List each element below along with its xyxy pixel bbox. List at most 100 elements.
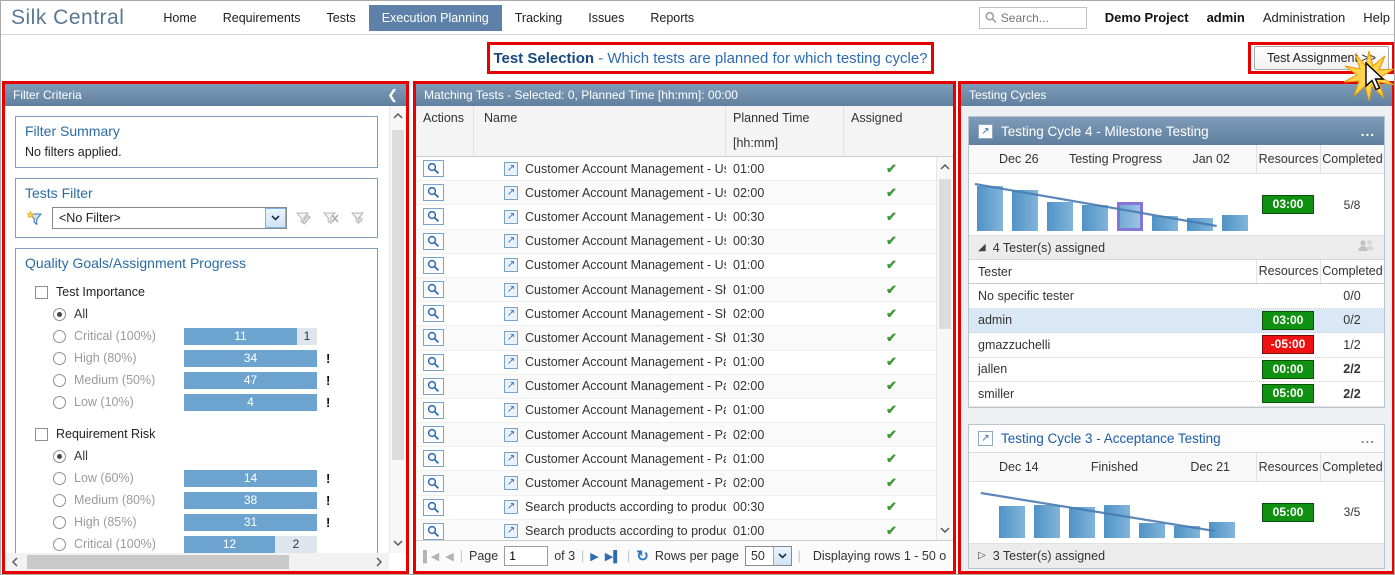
test-row[interactable]: ↗Customer Account Management - Ship...01… <box>416 326 936 350</box>
last-page-icon[interactable]: ▶▌ <box>605 550 621 563</box>
nav-item-reports[interactable]: Reports <box>637 5 707 31</box>
inspect-test-icon[interactable] <box>423 233 444 250</box>
page-number-input[interactable] <box>504 546 548 566</box>
search-box[interactable] <box>979 7 1087 29</box>
test-row[interactable]: ↗Customer Account Management - User...02… <box>416 181 936 205</box>
previous-page-icon[interactable]: ◀ <box>445 550 453 563</box>
open-test-icon[interactable]: ↗ <box>504 283 518 297</box>
testers-toggle[interactable]: ◢ 4 Tester(s) assigned <box>969 236 1384 260</box>
tester-row-admin[interactable]: admin03:000/2 <box>969 309 1384 334</box>
radio-all[interactable] <box>53 308 66 321</box>
open-test-icon[interactable]: ↗ <box>504 476 518 490</box>
test-assignment-button[interactable]: Test Assignment >> <box>1254 46 1389 70</box>
test-row[interactable]: ↗Customer Account Management - Pay...02:… <box>416 375 936 399</box>
test-row[interactable]: ↗Customer Account Management - User...00… <box>416 230 936 254</box>
radio-high-85[interactable] <box>53 516 66 529</box>
nav-item-issues[interactable]: Issues <box>575 5 637 31</box>
nav-item-execution-planning[interactable]: Execution Planning <box>369 5 502 31</box>
checkbox-test-importance[interactable] <box>35 286 48 299</box>
scroll-right-icon[interactable] <box>371 553 387 571</box>
test-row[interactable]: ↗Customer Account Management - User...01… <box>416 157 936 181</box>
test-row[interactable]: ↗Customer Account Management - Pay...01:… <box>416 447 936 471</box>
test-row[interactable]: ↗Customer Account Management - Pay...02:… <box>416 423 936 447</box>
scrollbar-thumb[interactable] <box>939 179 951 329</box>
scrollbar-thumb[interactable] <box>27 555 289 569</box>
test-row[interactable]: ↗Customer Account Management - Pay...02:… <box>416 471 936 495</box>
filter-options-icon[interactable] <box>348 209 368 227</box>
chevron-down-icon[interactable] <box>265 208 286 228</box>
inspect-test-icon[interactable] <box>423 257 444 274</box>
filter-vertical-scrollbar[interactable] <box>389 106 406 553</box>
open-test-icon[interactable]: ↗ <box>504 162 518 176</box>
refresh-icon[interactable]: ↻ <box>636 547 649 565</box>
checkbox-requirement-risk[interactable] <box>35 428 48 441</box>
inspect-test-icon[interactable] <box>423 329 444 346</box>
radio-all[interactable] <box>53 450 66 463</box>
edit-filter-icon[interactable] <box>294 209 314 227</box>
scroll-left-icon[interactable] <box>7 553 23 571</box>
card-menu-icon[interactable]: ... <box>1361 124 1375 139</box>
filter-horizontal-scrollbar[interactable] <box>5 553 389 571</box>
open-test-icon[interactable]: ↗ <box>504 307 518 321</box>
test-row[interactable]: ↗Customer Account Management - Ship...01… <box>416 278 936 302</box>
new-filter-icon[interactable] <box>25 209 45 227</box>
inspect-test-icon[interactable] <box>423 450 444 467</box>
test-row[interactable]: ↗Customer Account Management - Pay...01:… <box>416 351 936 375</box>
open-test-icon[interactable]: ↗ <box>504 428 518 442</box>
test-row[interactable]: ↗Search products according to productg..… <box>416 496 936 520</box>
open-test-icon[interactable]: ↗ <box>504 234 518 248</box>
radio-medium-80[interactable] <box>53 494 66 507</box>
test-row[interactable]: ↗Customer Account Management - Pay...01:… <box>416 399 936 423</box>
open-test-icon[interactable]: ↗ <box>504 452 518 466</box>
first-page-icon[interactable]: ▌◀ <box>423 550 439 563</box>
tester-row-gmazzuchelli[interactable]: gmazzuchelli-05:001/2 <box>969 333 1384 358</box>
scrollbar-thumb[interactable] <box>392 130 404 460</box>
scroll-up-icon[interactable] <box>390 108 406 124</box>
tester-row-jallen[interactable]: jallen00:002/2 <box>969 358 1384 383</box>
inspect-test-icon[interactable] <box>423 160 444 177</box>
open-test-icon[interactable]: ↗ <box>504 331 518 345</box>
inspect-test-icon[interactable] <box>423 475 444 492</box>
open-test-icon[interactable]: ↗ <box>504 258 518 272</box>
radio-critical-100[interactable] <box>53 330 66 343</box>
test-row[interactable]: ↗Customer Account Management - User...01… <box>416 254 936 278</box>
radio-medium-50[interactable] <box>53 374 66 387</box>
tester-row-smiller[interactable]: smiller05:002/2 <box>969 382 1384 407</box>
rows-per-page-dropdown[interactable]: 50 <box>745 546 792 566</box>
open-test-icon[interactable]: ↗ <box>504 379 518 393</box>
radio-low-10[interactable] <box>53 396 66 409</box>
open-test-icon[interactable]: ↗ <box>504 403 518 417</box>
radio-critical-100[interactable] <box>53 538 66 551</box>
open-test-icon[interactable]: ↗ <box>504 210 518 224</box>
open-test-icon[interactable]: ↗ <box>504 500 518 514</box>
delete-filter-icon[interactable] <box>321 209 341 227</box>
open-test-icon[interactable]: ↗ <box>504 186 518 200</box>
tests-vertical-scrollbar[interactable] <box>936 157 953 540</box>
scroll-down-icon[interactable] <box>390 535 406 551</box>
open-test-icon[interactable]: ↗ <box>504 355 518 369</box>
inspect-test-icon[interactable] <box>423 208 444 225</box>
inspect-test-icon[interactable] <box>423 402 444 419</box>
scroll-up-icon[interactable] <box>937 159 953 175</box>
nav-item-tests[interactable]: Tests <box>314 5 369 31</box>
test-row[interactable]: ↗Customer Account Management - User...00… <box>416 205 936 229</box>
test-row[interactable]: ↗Search products according to productg..… <box>416 520 936 540</box>
administration-link[interactable]: Administration <box>1263 10 1345 25</box>
inspect-test-icon[interactable] <box>423 499 444 516</box>
inspect-test-icon[interactable] <box>423 305 444 322</box>
nav-item-requirements[interactable]: Requirements <box>210 5 314 31</box>
search-input[interactable] <box>1001 11 1081 25</box>
tests-filter-dropdown[interactable]: <No Filter> <box>52 207 287 229</box>
radio-high-80[interactable] <box>53 352 66 365</box>
project-selector[interactable]: Demo Project <box>1105 10 1189 25</box>
inspect-test-icon[interactable] <box>423 354 444 371</box>
inspect-test-icon[interactable] <box>423 378 444 395</box>
help-link[interactable]: Help <box>1363 10 1390 25</box>
tester-row-no-specific-tester[interactable]: No specific tester0/0 <box>969 284 1384 309</box>
radio-low-60[interactable] <box>53 472 66 485</box>
inspect-test-icon[interactable] <box>423 281 444 298</box>
open-cycle-icon[interactable]: ↗ <box>978 124 993 139</box>
testers-toggle[interactable]: ▷ 3 Tester(s) assigned <box>969 544 1384 568</box>
assign-testers-icon[interactable] <box>1357 239 1375 256</box>
user-menu[interactable]: admin <box>1207 10 1245 25</box>
